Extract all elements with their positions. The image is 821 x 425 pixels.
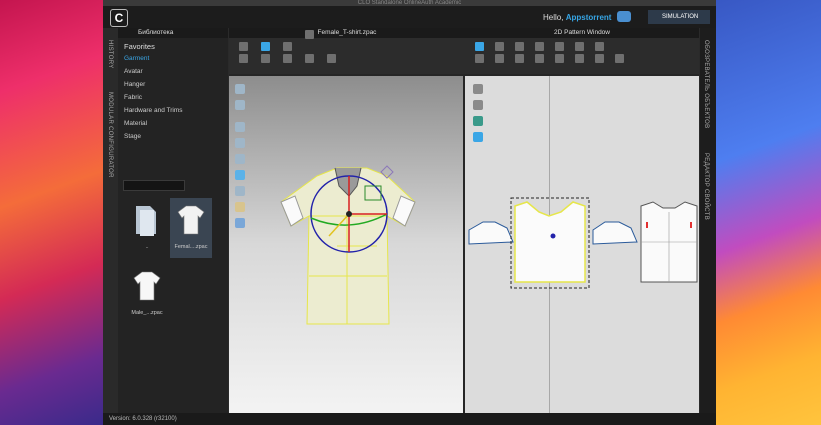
tab-object-browser[interactable]: ОБОЗРЕВАТЕЛЬ ОБЪЕКТОВ <box>703 40 709 128</box>
username[interactable]: Appstorrent <box>566 13 612 22</box>
2d-toolbar <box>465 38 699 74</box>
3d-viewport[interactable] <box>229 76 463 413</box>
polygon-icon[interactable] <box>575 42 584 51</box>
3d-window: Female_T-shirt.zpac <box>229 28 465 413</box>
avatar-display-icon[interactable] <box>235 84 245 94</box>
fold-tool-icon[interactable] <box>239 54 248 63</box>
top-bar: C Hello, Appstorrent SIMULATION <box>103 6 716 28</box>
file-parent-folder[interactable]: .. <box>126 198 168 258</box>
library-item-avatar[interactable]: Avatar <box>124 68 183 81</box>
transform-tool-icon[interactable] <box>283 42 292 51</box>
clo-logo: C <box>110 9 128 27</box>
library-title: Библиотека <box>118 28 228 38</box>
garment-display-icon[interactable] <box>235 100 245 110</box>
status-bar: Version: 6.0.328 (r32100) <box>103 413 716 425</box>
texture-view-icon[interactable] <box>473 116 483 126</box>
2d-viewport[interactable] <box>465 76 699 413</box>
desktop-wallpaper-left <box>0 0 103 425</box>
stress-map-icon[interactable] <box>235 154 245 164</box>
tab-modular-configurator[interactable]: MODULAR CONFIGURATOR <box>107 92 113 178</box>
sewing-view-icon[interactable] <box>473 100 483 110</box>
tab-property-editor[interactable]: РЕДАКТОР СВОЙСТВ <box>703 153 709 220</box>
check-sew-icon[interactable] <box>535 54 544 63</box>
library-item-fabric[interactable]: Fabric <box>124 94 183 107</box>
3d-toolbar <box>229 30 465 74</box>
tshirt-icon <box>177 205 205 235</box>
file-label: .. <box>145 244 149 250</box>
seam-icon[interactable] <box>475 54 484 63</box>
curve-point-icon[interactable] <box>555 42 564 51</box>
tab-history[interactable]: HISTORY <box>107 40 113 69</box>
texture-icon[interactable] <box>235 122 245 132</box>
2d-pattern-pieces <box>468 197 698 289</box>
greeting: Hello, Appstorrent <box>543 13 611 22</box>
desktop-wallpaper-right <box>716 0 821 425</box>
version-label: Version: 6.0.328 (r32100) <box>109 416 177 422</box>
measure-tool-icon[interactable] <box>283 54 292 63</box>
library-item-favorites[interactable]: Favorites <box>124 42 183 55</box>
edit-curve-icon[interactable] <box>515 42 524 51</box>
app-window: CLO Standalone OnlineAuth Academic C Hel… <box>103 0 716 425</box>
tack-tool-icon[interactable] <box>261 54 270 63</box>
pin-tool-icon[interactable] <box>305 30 314 39</box>
file-female-tshirt[interactable]: Femal....zpac <box>170 198 212 258</box>
mesh-icon[interactable] <box>235 186 245 196</box>
fabric-view-icon[interactable] <box>473 132 483 142</box>
library-item-hanger[interactable]: Hanger <box>124 81 183 94</box>
add-point-icon[interactable] <box>535 42 544 51</box>
sew-tool-icon[interactable] <box>327 54 336 63</box>
segment-sew-icon[interactable] <box>495 54 504 63</box>
library-list: Favorites Garment Avatar Hanger Fabric H… <box>124 42 183 146</box>
3d-window-title: Female_T-shirt.zpac <box>229 28 465 38</box>
texture-edit-icon[interactable] <box>595 54 604 63</box>
file-label: Femal....zpac <box>174 244 208 250</box>
move-tool-icon[interactable] <box>261 42 270 51</box>
file-label: Male_...zpac <box>131 310 163 316</box>
folder-icon <box>136 206 156 236</box>
cut-tool-icon[interactable] <box>305 54 314 63</box>
library-search-input[interactable] <box>123 180 185 191</box>
pattern-view-icon[interactable] <box>473 84 483 94</box>
fold-arrangement-icon[interactable] <box>555 54 564 63</box>
shaded-icon[interactable] <box>235 170 245 180</box>
library-item-hardware[interactable]: Hardware and Trims <box>124 107 183 120</box>
grain-icon[interactable] <box>575 54 584 63</box>
library-item-stage[interactable]: Stage <box>124 133 183 146</box>
hello-text: Hello, <box>543 13 566 22</box>
2d-pattern-window: 2D Pattern Window <box>465 28 699 413</box>
edit-pattern-icon[interactable] <box>475 42 484 51</box>
fabric-render-icon[interactable] <box>235 138 245 148</box>
cloud-icon[interactable] <box>617 11 631 22</box>
right-side-tabs: ОБОЗРЕВАТЕЛЬ ОБЪЕКТОВ РЕДАКТОР СВОЙСТВ <box>700 28 716 413</box>
topstitch-icon[interactable] <box>615 54 624 63</box>
select-tool-icon[interactable] <box>239 42 248 51</box>
globe-icon[interactable] <box>235 218 245 228</box>
library-item-material[interactable]: Material <box>124 120 183 133</box>
file-male-tshirt[interactable]: Male_...zpac <box>126 264 168 324</box>
3d-tshirt-model <box>280 165 416 325</box>
library-panel: Библиотека Favorites Garment Avatar Hang… <box>118 28 228 413</box>
simulation-dropdown[interactable]: SIMULATION <box>648 10 710 24</box>
transform-pattern-icon[interactable] <box>495 42 504 51</box>
free-sew-icon[interactable] <box>515 54 524 63</box>
rectangle-icon[interactable] <box>595 42 604 51</box>
2d-window-title: 2D Pattern Window <box>465 28 699 38</box>
tshirt-icon <box>133 271 161 301</box>
thickness-icon[interactable] <box>235 202 245 212</box>
library-item-garment[interactable]: Garment <box>124 55 183 68</box>
